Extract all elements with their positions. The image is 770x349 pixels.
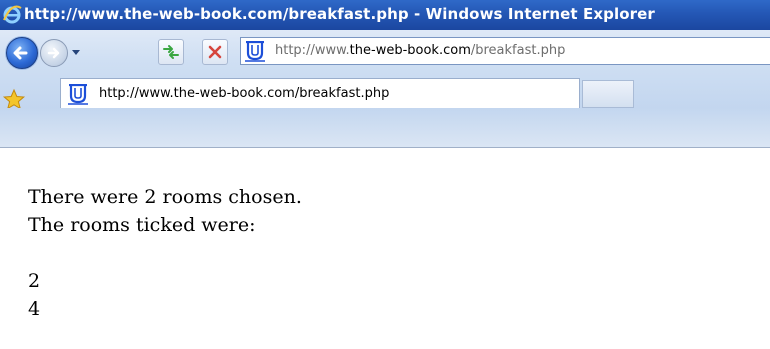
site-favicon-icon (245, 41, 265, 62)
tab-active[interactable]: http://www.the-web-book.com/breakfast.ph… (60, 78, 580, 108)
content-divider (0, 147, 770, 148)
ie-logo-icon (3, 5, 22, 24)
address-bar[interactable]: http://www.the-web-book.com/breakfast.ph… (240, 37, 770, 65)
refresh-button[interactable] (158, 39, 184, 65)
url-path: /breakfast.php (470, 43, 566, 58)
back-button[interactable] (6, 37, 38, 69)
address-url[interactable]: http://www.the-web-book.com/breakfast.ph… (275, 43, 565, 58)
page-content: There were 2 rooms chosen. The rooms tic… (28, 183, 302, 323)
tab-label: http://www.the-web-book.com/breakfast.ph… (99, 86, 390, 101)
room-number: 2 (28, 270, 41, 292)
refresh-icon (163, 45, 179, 59)
new-tab-button[interactable] (582, 80, 634, 108)
tab-favicon-icon (68, 84, 88, 105)
rooms-chosen-text: There were 2 rooms chosen. (28, 186, 302, 208)
back-arrow-icon (13, 46, 28, 60)
toolbar-background (0, 108, 770, 148)
stop-button[interactable] (202, 39, 228, 65)
url-domain: the-web-book.com (349, 43, 471, 58)
room-number: 4 (28, 298, 41, 320)
recent-pages-dropdown-icon[interactable] (70, 46, 82, 58)
stop-icon (208, 45, 222, 59)
window-title-bar: http://www.the-web-book.com/breakfast.ph… (0, 0, 770, 30)
forward-arrow-icon (47, 47, 60, 59)
forward-button[interactable] (40, 39, 68, 67)
rooms-ticked-heading: The rooms ticked were: (28, 214, 256, 236)
navigation-bar: http://www.the-web-book.com/breakfast.ph… (0, 30, 770, 110)
url-prefix: http://www. (275, 43, 350, 58)
window-title: http://www.the-web-book.com/breakfast.ph… (24, 5, 655, 23)
